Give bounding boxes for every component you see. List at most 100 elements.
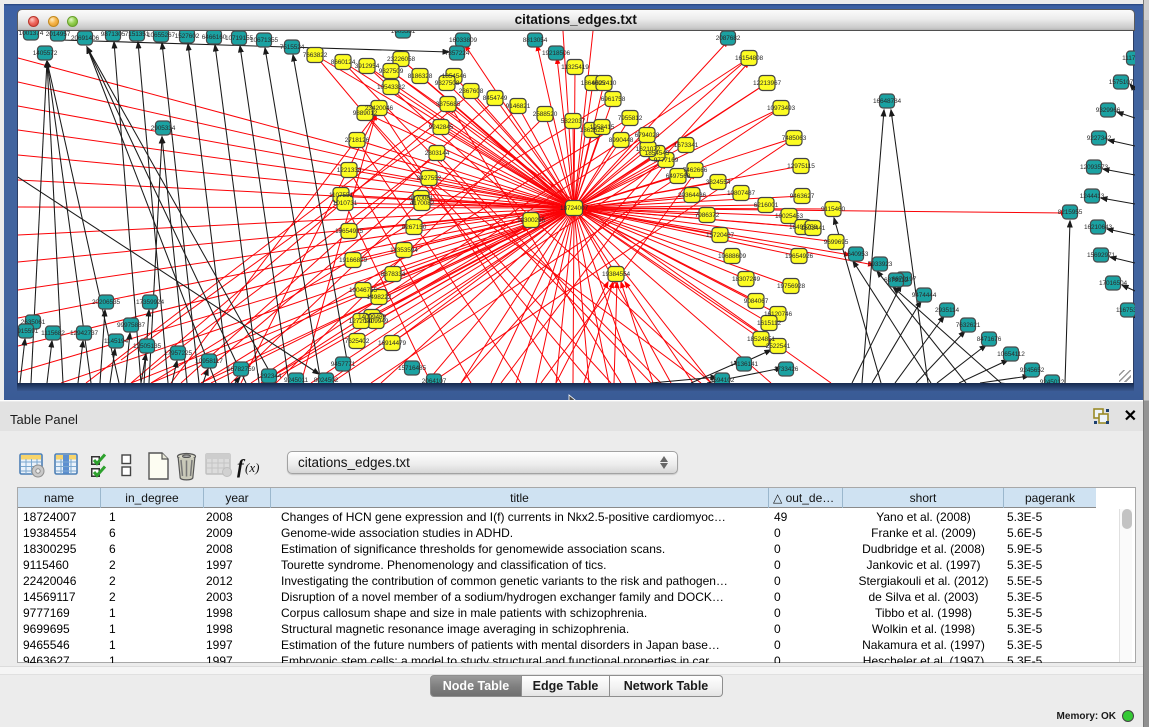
- svg-text:1405572: 1405572: [33, 50, 58, 57]
- svg-text:6497568: 6497568: [666, 173, 691, 180]
- svg-text:1640953: 1640953: [844, 251, 869, 258]
- svg-text:9084067: 9084067: [744, 298, 769, 305]
- svg-text:18724007: 18724007: [560, 205, 589, 212]
- svg-text:9699695: 9699695: [824, 239, 849, 246]
- svg-text:1244413: 1244413: [1080, 193, 1105, 200]
- svg-text:(x): (x): [245, 460, 259, 475]
- svg-text:20691406: 20691406: [71, 35, 100, 42]
- svg-text:4170082: 4170082: [410, 200, 435, 207]
- svg-text:9329966: 9329966: [1096, 107, 1121, 114]
- svg-text:10688609: 10688609: [718, 253, 747, 260]
- svg-text:1673341: 1673341: [674, 142, 699, 149]
- svg-text:23226058: 23226058: [387, 56, 416, 63]
- svg-text:7955812: 7955812: [618, 115, 643, 122]
- svg-text:3875685: 3875685: [436, 101, 461, 108]
- svg-text:1733426: 1733426: [774, 366, 799, 373]
- svg-text:8878334: 8878334: [381, 271, 406, 278]
- svg-text:12975115: 12975115: [787, 163, 815, 170]
- svg-text:1221338: 1221338: [337, 167, 362, 174]
- svg-text:2935114: 2935114: [935, 307, 960, 314]
- svg-text:16120746: 16120746: [764, 311, 793, 318]
- svg-text:9327509: 9327509: [379, 68, 404, 75]
- svg-text:6522410: 6522410: [592, 80, 617, 87]
- svg-text:99975887: 99975887: [117, 322, 146, 329]
- svg-text:17957225: 17957225: [164, 350, 193, 357]
- svg-text:2635061: 2635061: [21, 319, 46, 326]
- svg-text:2087682: 2087682: [716, 35, 741, 42]
- svg-text:18307249: 18307249: [732, 276, 761, 283]
- svg-text:10655267: 10655267: [147, 32, 176, 39]
- svg-text:7485063: 7485063: [782, 135, 807, 142]
- svg-text:2014957: 2014957: [46, 31, 71, 38]
- svg-text:1575107: 1575107: [1109, 79, 1134, 86]
- svg-text:6466160: 6466160: [202, 34, 227, 41]
- svg-text:9227342: 9227342: [1087, 135, 1112, 142]
- svg-text:1498222: 1498222: [367, 294, 392, 301]
- svg-text:1615112: 1615112: [757, 320, 782, 327]
- svg-text:5933923: 5933923: [868, 261, 893, 268]
- svg-text:1115682: 1115682: [41, 330, 65, 337]
- svg-text:10543382: 10543382: [377, 84, 406, 91]
- svg-text:2718126: 2718126: [345, 137, 370, 144]
- svg-text:12505135: 12505135: [133, 343, 162, 350]
- svg-text:19654925: 19654925: [335, 228, 364, 235]
- svg-text:1145194: 1145194: [104, 338, 129, 345]
- svg-text:6961758: 6961758: [601, 96, 626, 103]
- svg-text:2803144: 2803144: [425, 150, 450, 157]
- svg-text:17359924: 17359924: [136, 299, 165, 306]
- svg-text:3912954: 3912954: [355, 63, 380, 70]
- svg-text:8427552: 8427552: [417, 175, 442, 182]
- svg-text:10654112: 10654112: [997, 351, 1025, 358]
- svg-text:9474444: 9474444: [912, 292, 937, 299]
- svg-text:1621072: 1621072: [636, 146, 661, 153]
- svg-text:8454749: 8454749: [483, 95, 508, 102]
- svg-text:12942737: 12942737: [70, 330, 99, 337]
- svg-text:15692971: 15692971: [1087, 252, 1116, 259]
- svg-text:5322037: 5322037: [561, 118, 586, 125]
- svg-text:11353594: 11353594: [390, 247, 418, 254]
- svg-text:9115460: 9115460: [821, 206, 846, 213]
- svg-text:1603381: 1603381: [391, 31, 416, 35]
- svg-text:10973493: 10973493: [767, 105, 796, 112]
- svg-text:8471676: 8471676: [977, 336, 1002, 343]
- svg-text:18524851: 18524851: [747, 336, 776, 343]
- svg-text:19654926: 19654926: [785, 253, 814, 260]
- svg-text:1693441: 1693441: [801, 225, 826, 232]
- svg-text:8186328: 8186328: [408, 73, 433, 80]
- svg-text:7632621: 7632621: [956, 322, 981, 329]
- svg-text:7986372: 7986372: [695, 212, 720, 219]
- svg-text:1010731: 1010731: [333, 200, 358, 207]
- svg-text:8215955: 8215955: [1058, 209, 1083, 216]
- svg-text:6794028: 6794028: [635, 132, 660, 139]
- svg-text:9463627: 9463627: [790, 193, 815, 200]
- svg-text:1167533: 1167533: [1116, 307, 1135, 314]
- svg-text:3824554: 3824554: [706, 179, 731, 186]
- svg-text:8813054: 8813054: [523, 37, 548, 44]
- svg-text:9242845: 9242845: [429, 124, 454, 131]
- svg-text:19166829: 19166829: [339, 257, 368, 264]
- svg-text:19384554: 19384554: [602, 271, 631, 278]
- svg-text:20206535: 20206535: [92, 299, 121, 306]
- svg-text:16154808: 16154808: [735, 55, 764, 62]
- svg-text:1854546: 1854546: [442, 73, 467, 80]
- svg-text:16033809: 16033809: [449, 37, 478, 44]
- svg-text:10025453: 10025453: [775, 213, 804, 220]
- svg-text:15716485: 15716485: [398, 365, 427, 372]
- svg-text:10671355: 10671355: [250, 37, 279, 44]
- svg-text:9146821: 9146821: [506, 103, 531, 110]
- svg-text:6216001: 6216001: [754, 202, 779, 209]
- svg-text:8990448: 8990448: [609, 137, 634, 144]
- svg-text:15720407: 15720407: [706, 232, 735, 239]
- svg-text:17016504: 17016504: [1099, 280, 1128, 287]
- svg-text:18300295: 18300295: [517, 217, 546, 224]
- svg-text:16648784: 16648784: [873, 98, 902, 105]
- svg-text:19218506: 19218506: [542, 50, 571, 57]
- svg-text:12213967: 12213967: [753, 80, 782, 87]
- svg-text:10046755: 10046755: [349, 287, 378, 294]
- svg-text:8660124: 8660124: [331, 59, 356, 66]
- svg-text:2522541: 2522541: [766, 343, 791, 350]
- svg-text:10958117: 10958117: [195, 358, 223, 365]
- svg-text:19756928: 19756928: [777, 283, 806, 290]
- svg-text:9245652: 9245652: [1020, 367, 1045, 374]
- svg-text:1272001: 1272001: [349, 318, 374, 325]
